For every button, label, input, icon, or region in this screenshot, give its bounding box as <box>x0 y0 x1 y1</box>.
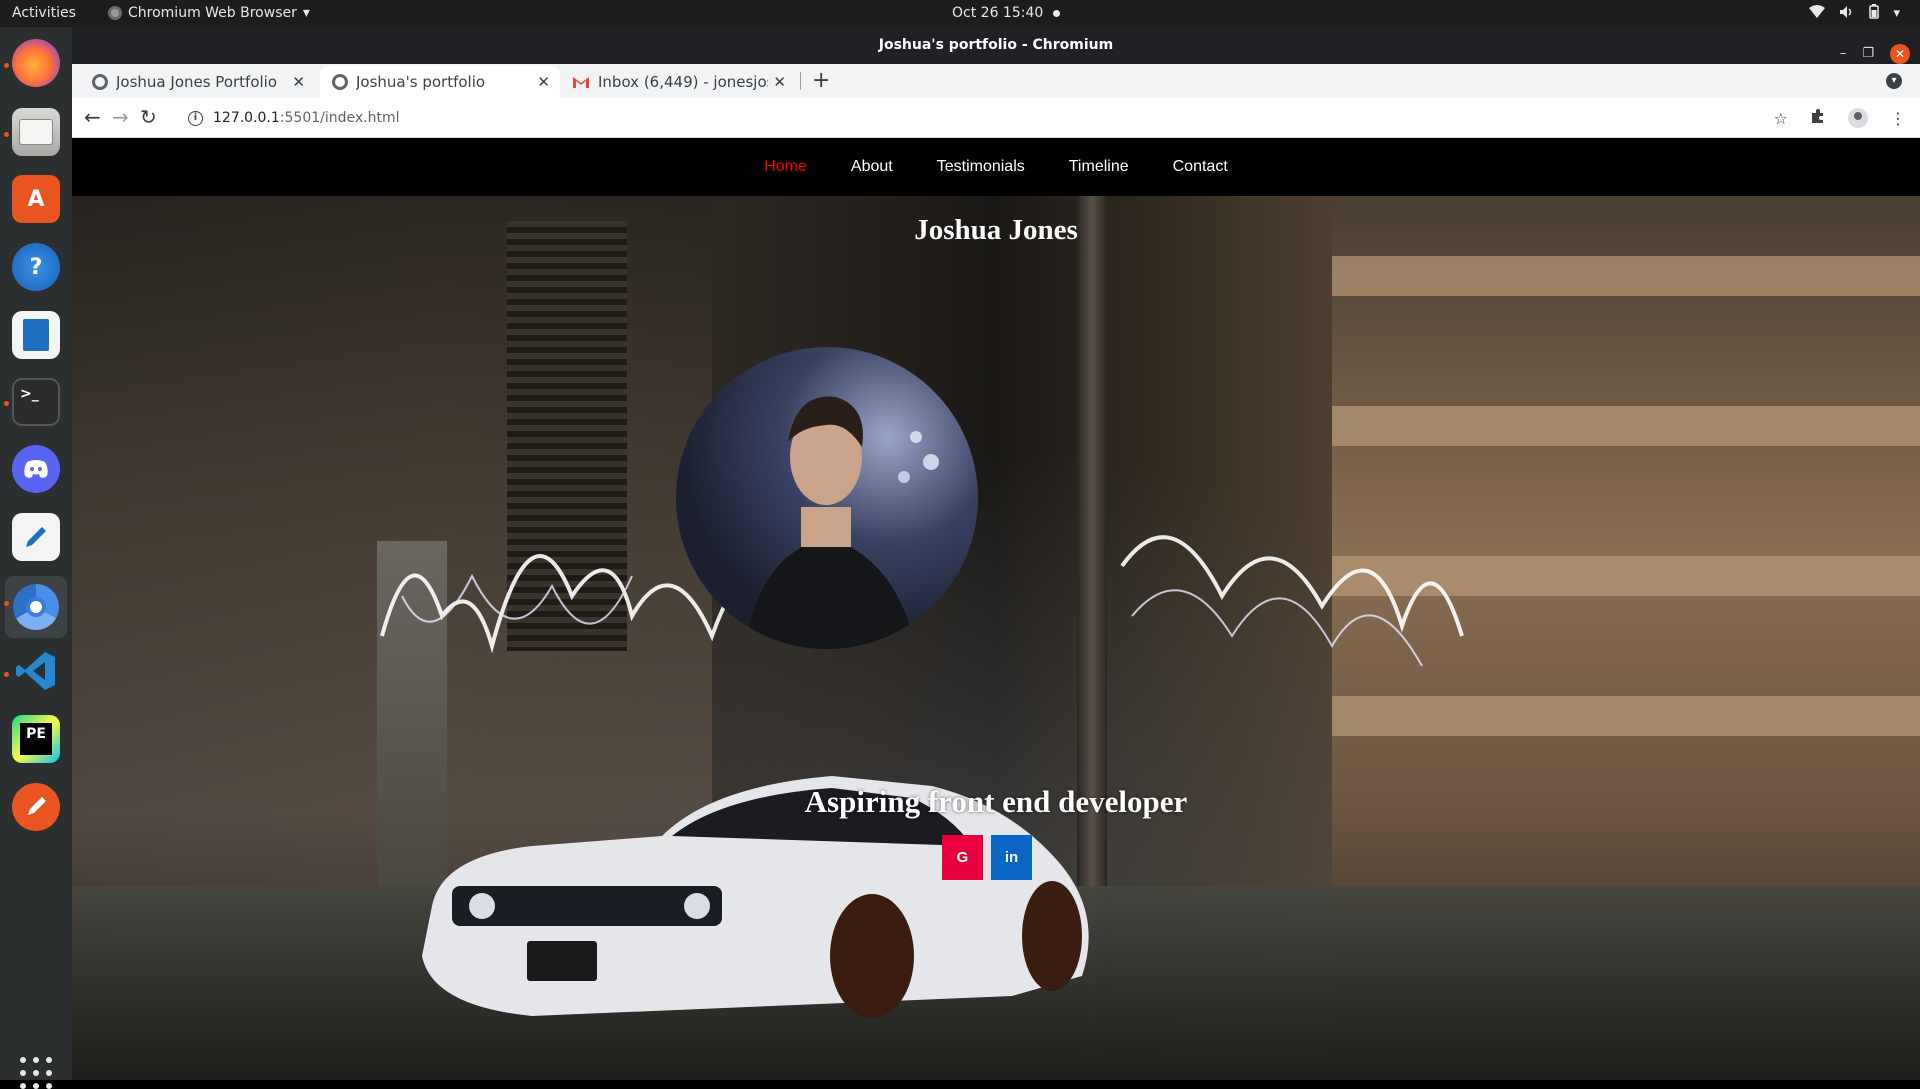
tab-title: Joshua Jones Portfolio <box>116 73 278 91</box>
terminal-icon[interactable]: >_ <box>12 378 60 426</box>
linkedin-link-button[interactable]: in <box>991 835 1032 880</box>
files-icon[interactable] <box>12 108 60 156</box>
inkscape-icon[interactable] <box>12 783 60 831</box>
window-titlebar: Joshua's portfolio - Chromium – ❐ ✕ <box>72 27 1920 64</box>
nav-testimonials[interactable]: Testimonials <box>937 158 1025 176</box>
globe-icon <box>92 74 108 90</box>
app-menu[interactable]: Chromium Web Browser ▾ <box>108 5 310 21</box>
tab-portfolio[interactable]: Joshua Jones Portfolio ✕ <box>80 66 315 98</box>
tab-close-icon[interactable]: ✕ <box>292 73 305 91</box>
url-text: 127.0.0.1:5501/index.html <box>213 110 400 126</box>
tab-close-icon[interactable]: ✕ <box>537 73 550 91</box>
extensions-icon[interactable] <box>1810 108 1826 128</box>
discord-icon[interactable] <box>12 445 60 493</box>
tab-strip: Joshua Jones Portfolio ✕ Joshua's portfo… <box>72 64 1920 98</box>
chromium-icon <box>108 6 122 20</box>
text-editor-icon[interactable] <box>12 513 60 561</box>
libreoffice-impress-icon[interactable] <box>12 311 60 359</box>
show-applications-icon[interactable] <box>20 1057 52 1089</box>
nav-home[interactable]: Home <box>764 158 807 176</box>
url-path: :5501/index.html <box>279 110 400 126</box>
clock-label: Oct 26 15:40 <box>952 5 1044 21</box>
hero-section: Joshua Jones Aspiring front end develope… <box>72 196 1920 1080</box>
globe-icon <box>332 74 348 90</box>
hero-tagline: Aspiring front end developer <box>804 784 1188 819</box>
volume-icon <box>1839 5 1855 23</box>
chevron-down-icon: ▾ <box>302 5 310 21</box>
page-viewport: Home About Testimonials Timeline Contact <box>72 138 1920 1080</box>
nav-timeline[interactable]: Timeline <box>1069 158 1129 176</box>
power-menu-chevron-icon: ▾ <box>1893 6 1900 21</box>
new-tab-button[interactable]: + <box>812 68 830 93</box>
back-icon[interactable]: ← <box>84 105 101 129</box>
tab-gmail-inbox[interactable]: Inbox (6,449) - jonesjoshu ✕ <box>560 66 796 98</box>
tab-separator <box>800 72 801 90</box>
tab-title: Inbox (6,449) - jonesjoshu <box>598 73 768 91</box>
battery-icon <box>1869 4 1880 23</box>
gnome-top-bar: Activities Chromium Web Browser ▾ Oct 26… <box>0 0 1920 27</box>
running-indicator <box>4 672 9 677</box>
profile-photo <box>676 347 978 649</box>
running-indicator <box>4 401 9 406</box>
nav-about[interactable]: About <box>851 158 893 176</box>
notification-dot <box>1053 9 1061 17</box>
profile-avatar-icon[interactable] <box>1848 108 1868 128</box>
close-window-icon[interactable]: ✕ <box>1890 43 1910 64</box>
running-indicator <box>4 601 9 606</box>
toolbar-actions: ☆ ⋮ <box>1774 108 1906 128</box>
window-title: Joshua's portfolio - Chromium <box>878 37 1114 53</box>
hero-title: Joshua Jones <box>914 214 1078 246</box>
app-menu-label: Chromium Web Browser <box>128 5 297 21</box>
reload-icon[interactable]: ↻ <box>140 105 157 129</box>
running-indicator <box>4 63 9 68</box>
tab-title: Joshua's portfolio <box>356 73 486 91</box>
help-icon[interactable]: ? <box>12 243 60 291</box>
pycharm-edu-icon[interactable]: PE <box>12 715 60 763</box>
chromium-window: Joshua's portfolio - Chromium – ❐ ✕ Josh… <box>72 27 1920 1080</box>
wifi-icon <box>1809 5 1826 22</box>
url-host: 127.0.0.1 <box>213 110 280 126</box>
site-info-icon[interactable]: i <box>188 110 203 126</box>
tab-search-icon[interactable]: ▾ <box>1886 73 1902 89</box>
forward-icon[interactable]: → <box>112 105 129 129</box>
more-menu-icon[interactable]: ⋮ <box>1890 109 1906 128</box>
gmail-icon <box>572 75 590 89</box>
nav-contact[interactable]: Contact <box>1173 158 1228 176</box>
browser-toolbar: ← → ↻ i 127.0.0.1:5501/index.html ☆ ⋮ <box>72 98 1920 138</box>
address-bar[interactable]: i 127.0.0.1:5501/index.html <box>180 102 1780 134</box>
firefox-icon[interactable] <box>12 39 60 87</box>
vscode-icon[interactable] <box>12 647 60 695</box>
ubuntu-software-icon[interactable]: A <box>12 175 60 223</box>
activities-button[interactable]: Activities <box>12 5 76 21</box>
site-nav: Home About Testimonials Timeline Contact <box>72 138 1920 196</box>
google-link-button[interactable]: G <box>942 835 983 880</box>
dock: A ? >_ PE <box>0 27 72 1089</box>
social-links: G in <box>942 835 1032 880</box>
chromium-dock-item[interactable] <box>5 576 67 638</box>
tab-joshuas-portfolio[interactable]: Joshua's portfolio ✕ <box>320 66 560 98</box>
running-indicator <box>4 132 9 137</box>
bookmark-star-icon[interactable]: ☆ <box>1774 109 1788 128</box>
tab-close-icon[interactable]: ✕ <box>773 73 786 91</box>
clock[interactable]: Oct 26 15:40 <box>952 5 1061 21</box>
system-tray[interactable]: ▾ <box>1809 4 1900 23</box>
